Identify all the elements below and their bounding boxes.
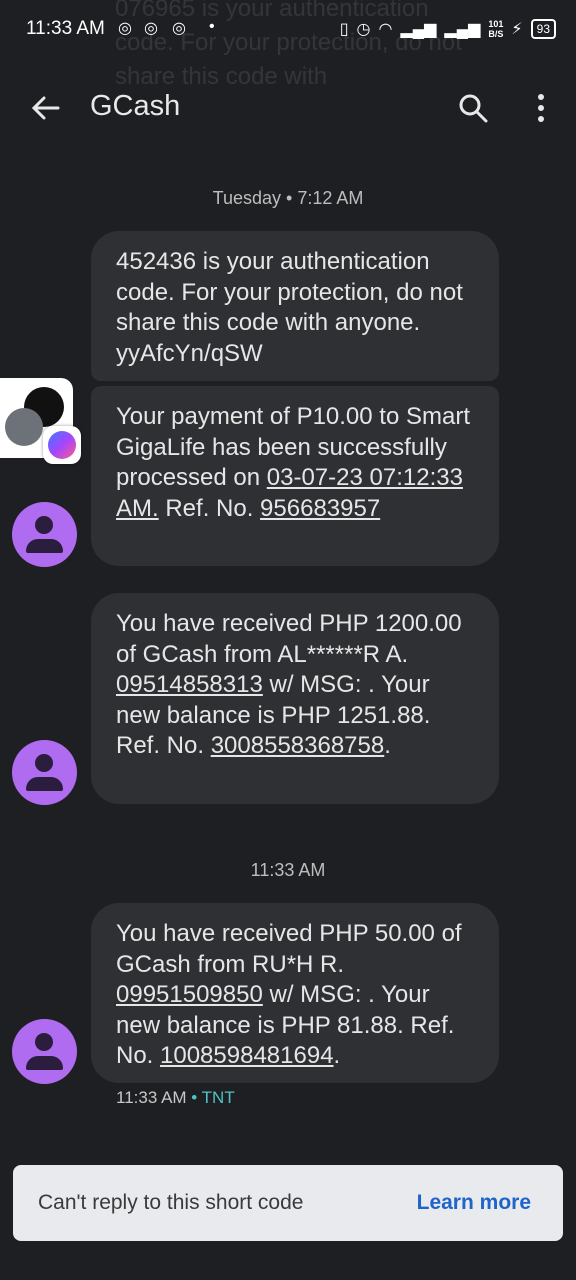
net-speed: 101 B/S [488,19,503,39]
date-separator: 11:33 AM [250,860,326,880]
search-button[interactable] [456,90,490,126]
more-options-button[interactable] [526,90,556,126]
person-icon [12,502,77,567]
message-text: . [333,1042,341,1069]
message-text: You have received PHP 1200.00 of GCash f… [116,610,462,668]
back-button[interactable] [28,90,62,126]
chat-head-avatar[interactable] [5,408,43,446]
message-meta: 11:33 AM • TNT [116,1088,235,1108]
message-link[interactable]: 1008598481694 [160,1042,334,1069]
message-bubble[interactable]: You have received PHP 50.00 of GCash fro… [91,903,499,1083]
learn-more-link[interactable]: Learn more [417,1191,531,1215]
sender-avatar[interactable] [12,502,77,567]
more-vert-icon [538,94,544,122]
person-icon [12,740,77,805]
sim-label: TNT [201,1088,235,1107]
message-bubble[interactable]: You have received PHP 1200.00 of GCash f… [91,593,499,804]
conversation-title: GCash [90,90,181,122]
messenger-icon [43,426,81,464]
message-text: You have received PHP 50.00 of GCash fro… [116,920,462,978]
person-icon [12,1019,77,1084]
charging-icon: ⚡ [511,21,523,38]
message-text: . [384,732,391,759]
meta-separator: • [186,1088,202,1107]
sender-avatar[interactable] [12,740,77,805]
message-time: 11:33 AM [116,1088,187,1107]
message-text: Ref. No. [158,494,261,522]
date-separator: Tuesday • 7:12 AM [212,188,364,208]
back-arrow-icon [31,96,60,120]
net-speed-value: 101 [488,19,504,29]
status-time: 11:33 AM [26,18,105,39]
banner-text: Can't reply to this short code [38,1191,304,1214]
message-bubble[interactable]: Your payment of P10.00 to Smart GigaLife… [91,386,499,566]
message-text: 452436 is your authentication code. For … [116,248,463,367]
search-icon [459,94,488,123]
net-speed-unit: B/S [488,29,504,39]
short-code-banner: Can't reply to this short code Learn mor… [13,1165,563,1241]
message-link[interactable]: 09514858313 [116,671,263,698]
sender-avatar[interactable] [12,1019,77,1084]
message-link[interactable]: 956683957 [260,495,380,522]
message-link[interactable]: 09951509850 [116,981,263,1008]
message-link[interactable]: 3008558368758 [211,732,385,759]
battery-icon: 93 [530,19,556,39]
message-bubble[interactable]: 452436 is your authentication code. For … [91,231,499,381]
ghost-notification: 076965 is your authentication code. For … [115,0,462,90]
